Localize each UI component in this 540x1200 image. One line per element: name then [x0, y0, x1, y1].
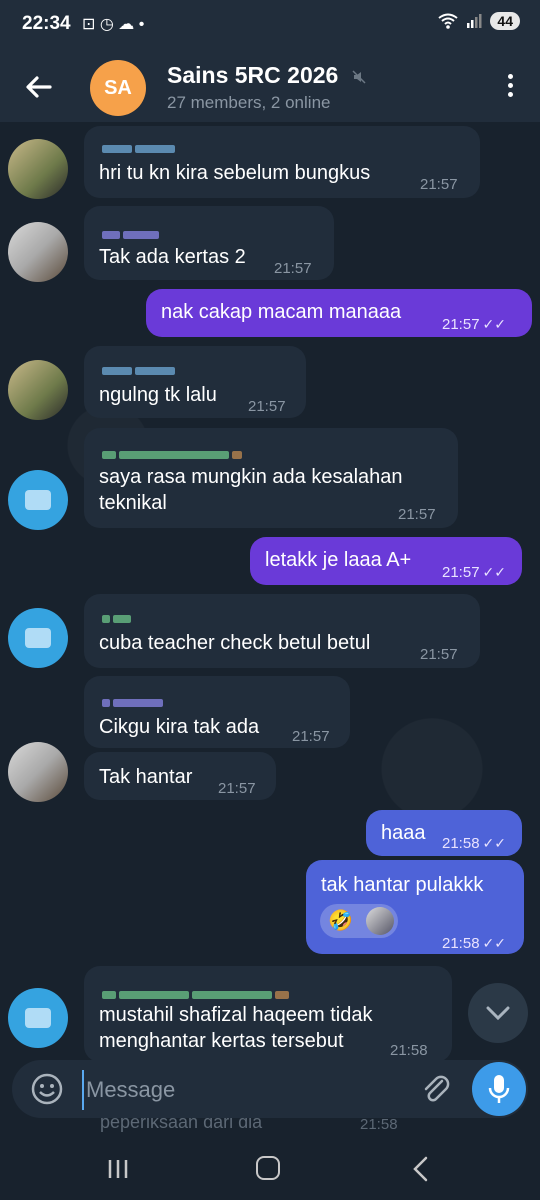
- message-text: nak cakap macam manaaa: [161, 301, 402, 323]
- sender-name-redacted: [102, 604, 134, 623]
- sender-name-redacted: [102, 440, 245, 459]
- scroll-to-bottom-button[interactable]: [468, 983, 528, 1043]
- message-bubble-incoming[interactable]: Tak hantar 21:57: [84, 752, 276, 800]
- back-arrow-icon[interactable]: [22, 70, 56, 104]
- chevron-down-icon: [486, 1006, 510, 1021]
- message-time: 21:57: [218, 780, 256, 797]
- message-text: ngulng tk lalu: [99, 384, 217, 406]
- message-text: letakk je laaa A+: [265, 549, 412, 571]
- voice-record-button[interactable]: [472, 1062, 526, 1116]
- message-time: 21:57: [274, 260, 312, 277]
- avatar[interactable]: [8, 470, 68, 530]
- message-text: mustahil shafizal haqeem tidak: [99, 1004, 373, 1026]
- avatar[interactable]: [8, 360, 68, 420]
- group-title[interactable]: Sains 5RC 2026: [167, 62, 338, 89]
- message-text-line2: menghantar kertas tersebut: [99, 1030, 344, 1052]
- chat-header: SA Sains 5RC 2026 27 members, 2 online: [0, 50, 540, 122]
- avatar[interactable]: [8, 988, 68, 1048]
- system-navigation-bar: [0, 1140, 540, 1200]
- reactor-avatar: [366, 907, 394, 935]
- status-notification-icons: ⊡ ◷ ☁ •: [82, 16, 145, 33]
- message-composer: [12, 1060, 528, 1118]
- message-bubble-incoming[interactable]: hri tu kn kira sebelum bungkus 21:57: [84, 126, 480, 198]
- avatar[interactable]: [8, 222, 68, 282]
- reactions[interactable]: 🤣: [320, 904, 398, 938]
- message-time: 21:58 ✓✓: [442, 835, 507, 852]
- avatar[interactable]: [8, 608, 68, 668]
- mute-icon: [352, 70, 366, 84]
- message-text: tak hantar pulakkk: [321, 874, 484, 896]
- message-bubble-incoming[interactable]: ngulng tk lalu 21:57: [84, 346, 306, 418]
- message-text-line2: teknikal: [99, 492, 167, 514]
- status-right-icons: 44: [438, 12, 520, 30]
- more-options-icon[interactable]: [508, 74, 514, 102]
- message-bubble-incoming[interactable]: Cikgu kira tak ada 21:57: [84, 676, 350, 748]
- read-ticks-icon: ✓✓: [482, 935, 507, 951]
- message-text: haaa: [381, 822, 426, 844]
- message-bubble-incoming[interactable]: saya rasa mungkin ada kesalahan teknikal…: [84, 428, 458, 528]
- sender-name-redacted: [102, 356, 178, 375]
- status-time: 22:34: [22, 13, 71, 34]
- message-input[interactable]: [82, 1070, 408, 1110]
- message-text: cuba teacher check betul betul: [99, 632, 371, 654]
- message-time: 21:57: [420, 176, 458, 193]
- message-text: saya rasa mungkin ada kesalahan: [99, 466, 403, 488]
- group-avatar[interactable]: SA: [90, 60, 146, 116]
- read-ticks-icon: ✓✓: [482, 835, 507, 851]
- avatar[interactable]: [8, 742, 68, 802]
- wifi-icon: [438, 13, 459, 29]
- message-text: hri tu kn kira sebelum bungkus: [99, 162, 371, 184]
- message-bubble-incoming[interactable]: mustahil shafizal haqeem tidak menghanta…: [84, 966, 452, 1062]
- message-bubble-outgoing[interactable]: tak hantar pulakkk 🤣 21:58 ✓✓: [306, 860, 524, 954]
- message-time: 21:57 ✓✓: [442, 316, 507, 333]
- message-time: 21:57: [248, 398, 286, 415]
- recent-apps-icon[interactable]: [107, 1158, 129, 1180]
- message-bubble-outgoing[interactable]: haaa 21:58 ✓✓: [366, 810, 522, 856]
- message-time: 21:57: [420, 646, 458, 663]
- message-text: Tak ada kertas 2: [99, 246, 246, 268]
- message-text: Tak hantar: [99, 766, 193, 788]
- read-ticks-icon: ✓✓: [482, 316, 507, 332]
- laughing-emoji-icon: 🤣: [328, 910, 353, 932]
- avatar[interactable]: [8, 139, 68, 199]
- status-bar: 22:34 ⊡ ◷ ☁ • 44: [0, 0, 540, 50]
- sender-name-redacted: [102, 980, 292, 999]
- message-time: 21:57: [398, 506, 436, 523]
- sender-name-redacted: [102, 220, 162, 239]
- message-time: 21:57: [292, 728, 330, 745]
- sender-name-redacted: [102, 688, 166, 707]
- home-icon[interactable]: [256, 1156, 280, 1180]
- message-bubble-incoming[interactable]: cuba teacher check betul betul 21:57: [84, 594, 480, 668]
- message-time: 21:58 ✓✓: [442, 935, 507, 952]
- underlay-message-time: 21:58: [360, 1116, 398, 1133]
- message-text: Cikgu kira tak ada: [99, 716, 260, 738]
- read-ticks-icon: ✓✓: [482, 564, 507, 580]
- message-time: 21:57 ✓✓: [442, 564, 507, 581]
- signal-icon: [467, 14, 482, 28]
- emoji-icon[interactable]: [30, 1072, 64, 1106]
- sender-name-redacted: [102, 134, 178, 153]
- paperclip-icon[interactable]: [420, 1072, 452, 1106]
- group-subtitle: 27 members, 2 online: [167, 93, 331, 112]
- message-bubble-incoming[interactable]: Tak ada kertas 2 21:57: [84, 206, 334, 280]
- battery-icon: 44: [490, 12, 520, 30]
- message-bubble-outgoing[interactable]: nak cakap macam manaaa 21:57 ✓✓: [146, 289, 532, 337]
- message-bubble-outgoing[interactable]: letakk je laaa A+ 21:57 ✓✓: [250, 537, 522, 585]
- microphone-icon: [488, 1075, 510, 1103]
- back-icon[interactable]: [410, 1156, 432, 1182]
